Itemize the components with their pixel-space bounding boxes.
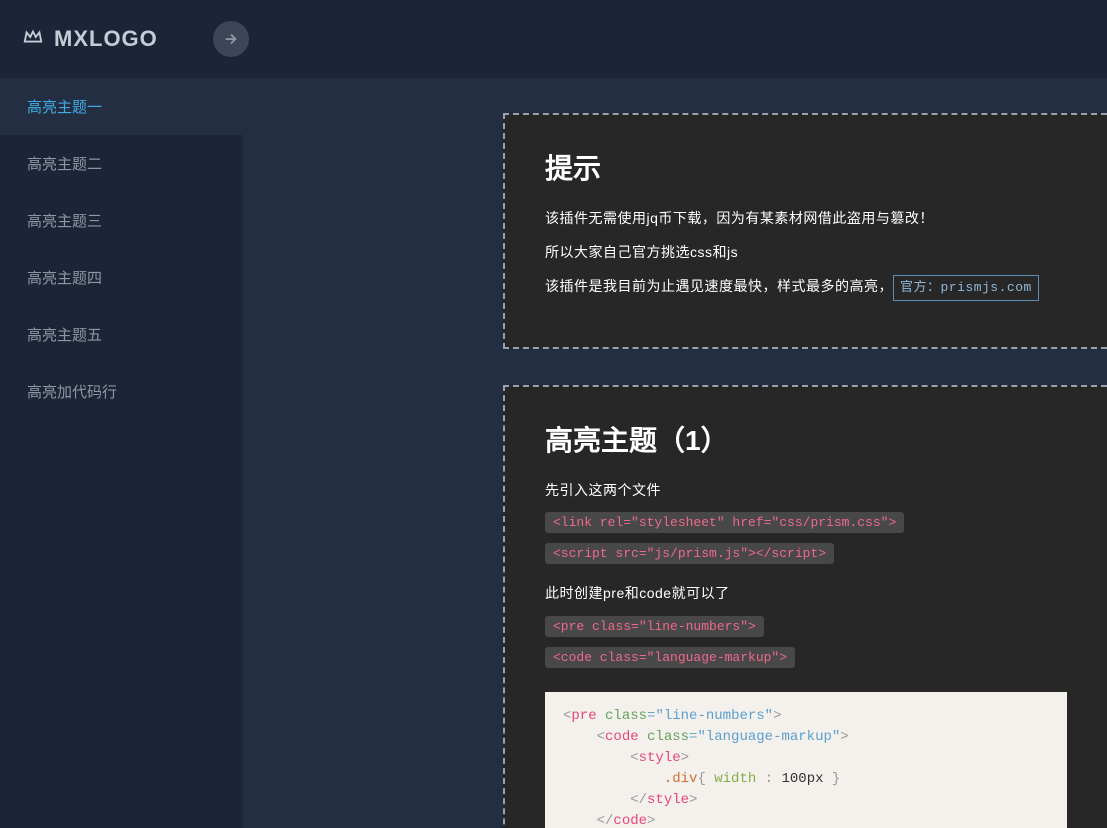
snippet-pre: <pre class="line-numbers"> <box>545 616 764 637</box>
arrow-right-icon <box>222 30 240 48</box>
tip-line-1: 该插件无需使用jq币下载，因为有某素材网借此盗用与篡改！ <box>545 207 1067 231</box>
code-example: <pre class="line-numbers"> <code class="… <box>545 692 1067 828</box>
theme-card: 高亮主题（1） 先引入这两个文件 <link rel="stylesheet" … <box>503 385 1107 828</box>
sidebar-item-theme-1[interactable]: 高亮主题一 <box>0 78 243 135</box>
header: MXLOGO <box>0 0 1107 78</box>
theme-note: 此时创建pre和code就可以了 <box>545 582 1067 606</box>
tip-line-3-text: 该插件是我目前为止遇见速度最快，样式最多的高亮， <box>545 278 893 294</box>
theme-intro: 先引入这两个文件 <box>545 479 1067 503</box>
crown-icon <box>22 26 44 53</box>
main-content: 提示 该插件无需使用jq币下载，因为有某素材网借此盗用与篡改！ 所以大家自己官方… <box>243 78 1107 828</box>
sidebar-item-theme-5[interactable]: 高亮主题五 <box>0 306 243 363</box>
logo: MXLOGO <box>22 26 158 53</box>
tip-title: 提示 <box>545 147 1067 187</box>
theme-title: 高亮主题（1） <box>545 419 1067 459</box>
logo-text: MXLOGO <box>54 26 158 52</box>
sidebar: 高亮主题一 高亮主题二 高亮主题三 高亮主题四 高亮主题五 高亮加代码行 <box>0 78 243 828</box>
official-link[interactable]: 官方：prismjs.com <box>893 275 1039 301</box>
snippet-code: <code class="language-markup"> <box>545 647 795 668</box>
sidebar-item-line-numbers[interactable]: 高亮加代码行 <box>0 363 243 420</box>
sidebar-item-theme-2[interactable]: 高亮主题二 <box>0 135 243 192</box>
sidebar-item-theme-3[interactable]: 高亮主题三 <box>0 192 243 249</box>
snippet-link-css: <link rel="stylesheet" href="css/prism.c… <box>545 512 904 533</box>
sidebar-item-theme-4[interactable]: 高亮主题四 <box>0 249 243 306</box>
collapse-sidebar-button[interactable] <box>213 21 249 57</box>
tip-card: 提示 该插件无需使用jq币下载，因为有某素材网借此盗用与篡改！ 所以大家自己官方… <box>503 113 1107 349</box>
tip-line-3: 该插件是我目前为止遇见速度最快，样式最多的高亮，官方：prismjs.com <box>545 275 1067 301</box>
snippet-script-js: <script src="js/prism.js"></script> <box>545 543 834 564</box>
tip-line-2: 所以大家自己官方挑选css和js <box>545 241 1067 265</box>
